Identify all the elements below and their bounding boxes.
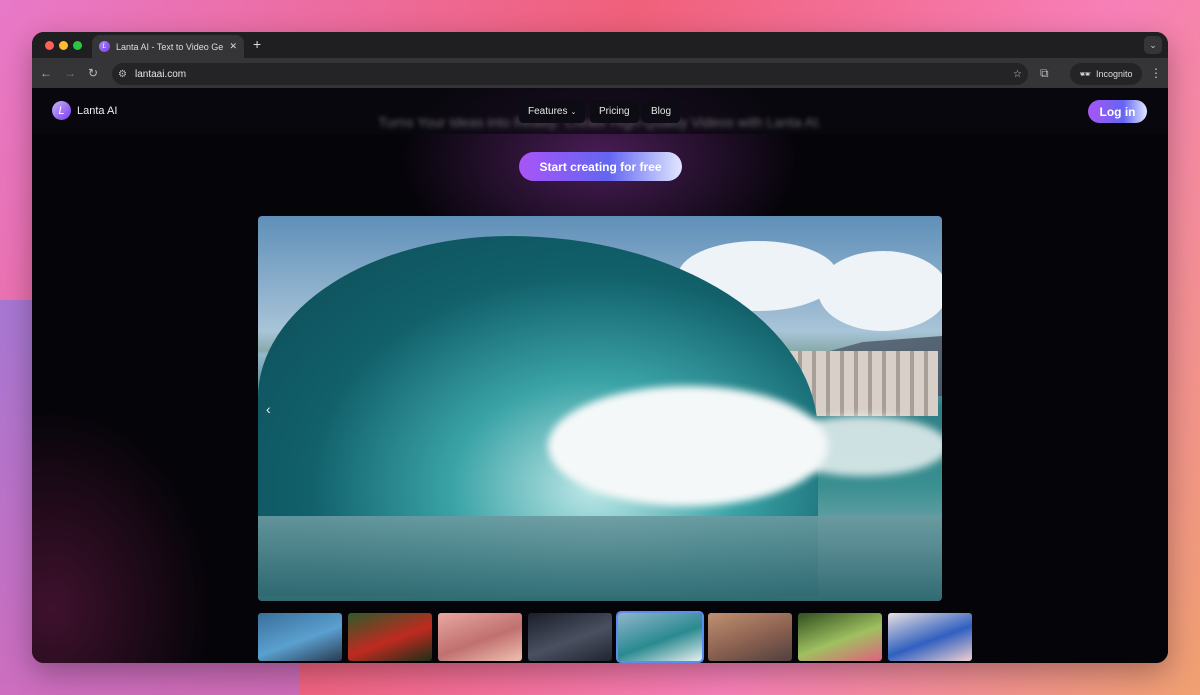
extensions-icon[interactable]: ⧉: [1040, 66, 1049, 81]
browser-window: L Lanta AI - Text to Video Generator ✕ +…: [32, 32, 1168, 663]
thumbnail-bluebird[interactable]: [888, 613, 972, 661]
bookmark-star-icon[interactable]: ☆: [1013, 69, 1022, 80]
new-tab-icon[interactable]: +: [253, 36, 261, 52]
url-text: lantaai.com: [134, 68, 187, 80]
thumbnail-eye-closeup[interactable]: [438, 613, 522, 661]
thumbnail-person-smoke[interactable]: [258, 613, 342, 661]
start-creating-button[interactable]: Start creating for free: [519, 152, 682, 181]
close-window-button[interactable]: [45, 41, 54, 50]
page: Turns Your Ideas into Reality: Create Hi…: [32, 88, 1168, 663]
thumbnail-ocean-wave[interactable]: [616, 611, 704, 663]
login-button[interactable]: Log in: [1088, 100, 1147, 123]
tab-title: Lanta AI - Text to Video Generator: [116, 41, 224, 52]
back-icon[interactable]: ←: [40, 66, 52, 80]
brand-name: Lanta AI: [77, 104, 118, 117]
tab-bar: L Lanta AI - Text to Video Generator ✕ +…: [32, 32, 1168, 58]
cloud: [818, 251, 942, 331]
incognito-label: Incognito: [1095, 69, 1133, 79]
sea: [258, 516, 942, 601]
thumbnail-city-night[interactable]: [528, 613, 612, 661]
incognito-icon: 🕶: [1079, 68, 1091, 79]
maximize-window-button[interactable]: [73, 41, 82, 50]
logo-icon: L: [52, 101, 71, 120]
forward-icon[interactable]: →: [64, 66, 76, 80]
menu-icon[interactable]: ⋮: [1150, 66, 1162, 80]
incognito-badge[interactable]: 🕶 Incognito: [1070, 63, 1142, 85]
site-header: Turns Your Ideas into Reality: Create Hi…: [32, 88, 1168, 134]
thumbnail-street-car[interactable]: [708, 613, 792, 661]
nav-features[interactable]: Features ⌄: [519, 100, 586, 123]
tab-search-icon[interactable]: ⌄: [1144, 36, 1162, 54]
hero-video[interactable]: ‹: [258, 216, 942, 601]
browser-tab[interactable]: L Lanta AI - Text to Video Generator ✕: [92, 35, 244, 58]
nav-blog[interactable]: Blog: [642, 100, 681, 123]
site-settings-icon[interactable]: ⚙: [118, 69, 127, 80]
close-tab-icon[interactable]: ✕: [229, 41, 237, 52]
reload-icon[interactable]: ↻: [88, 66, 98, 80]
thumbnail-garden[interactable]: [798, 613, 882, 661]
favicon-icon: L: [99, 41, 110, 52]
address-bar[interactable]: ⚙ lantaai.com ☆: [112, 63, 1028, 85]
brand-logo[interactable]: L Lanta AI: [52, 101, 117, 120]
minimize-window-button[interactable]: [59, 41, 68, 50]
foam: [778, 416, 942, 476]
thumbnail-parrot[interactable]: [348, 613, 432, 661]
chevron-down-icon: ⌄: [570, 108, 577, 116]
previous-slide-button[interactable]: ‹: [266, 401, 271, 417]
nav-pricing[interactable]: Pricing: [590, 100, 639, 123]
thumbnail-strip: [258, 611, 972, 663]
features-label: Features: [528, 106, 568, 117]
